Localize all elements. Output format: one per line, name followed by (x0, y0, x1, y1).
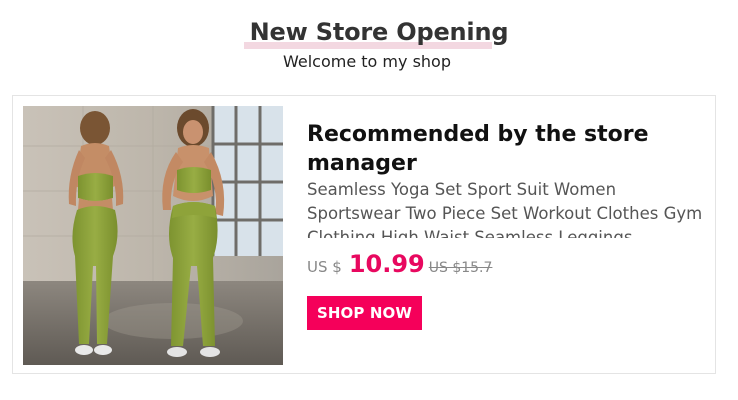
recommended-product-card[interactable]: Recommended by the store manager Seamles… (12, 95, 716, 374)
shop-now-button[interactable]: SHOP NOW (307, 296, 422, 330)
store-title: New Store Opening (249, 18, 509, 46)
sale-price: 10.99 (348, 250, 425, 278)
store-title-wrap: New Store Opening (243, 14, 509, 50)
product-description[interactable]: Seamless Yoga Set Sport Suit Women Sport… (307, 178, 707, 238)
price-row: US $ 10.99 US $15.7 (307, 250, 707, 282)
recommended-title: Recommended by the store manager (307, 122, 649, 176)
product-photo[interactable] (23, 106, 283, 365)
store-page: New Store Opening Welcome to my shop Rec… (0, 0, 738, 400)
original-price: US $15.7 (428, 260, 493, 276)
currency-label: US $ (307, 258, 342, 276)
store-header: New Store Opening Welcome to my shop (0, 14, 738, 72)
store-subtitle: Welcome to my shop (283, 52, 451, 71)
product-info: Recommended by the store manager Seamles… (307, 120, 707, 330)
